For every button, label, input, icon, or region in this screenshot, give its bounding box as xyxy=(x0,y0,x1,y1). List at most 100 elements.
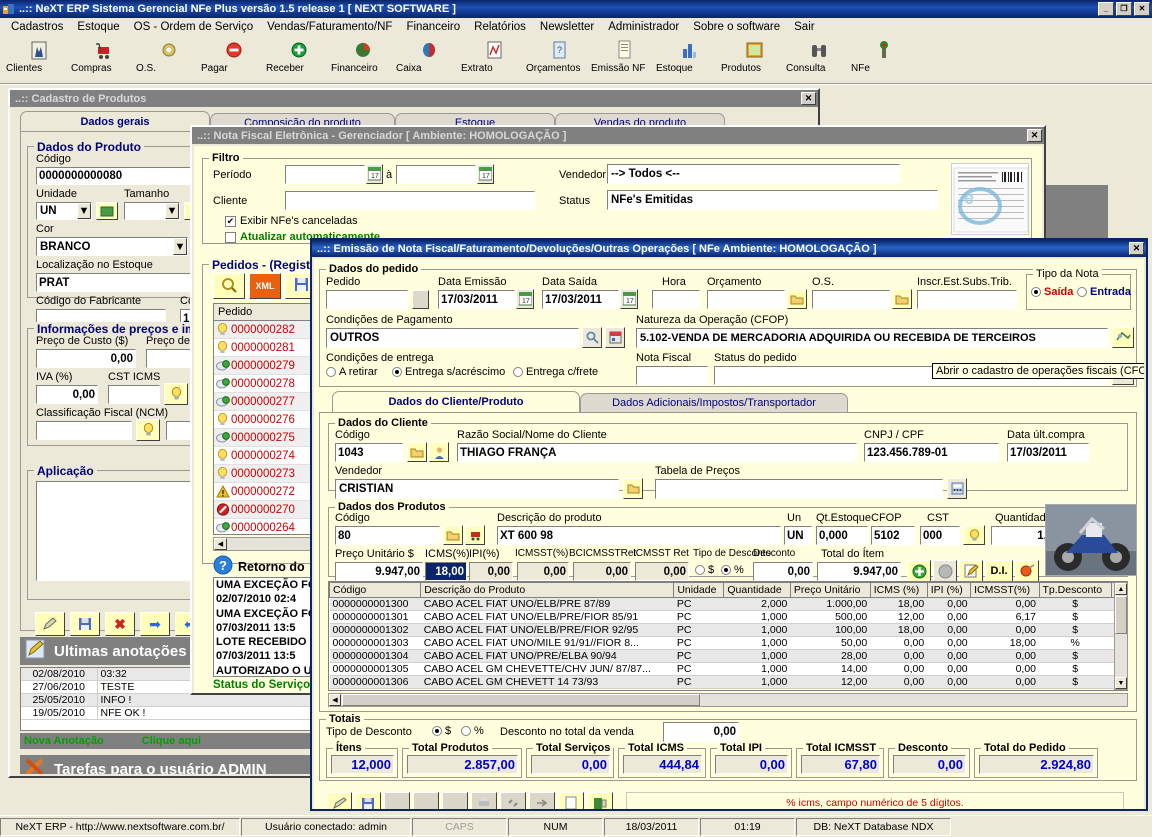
vendedor-combo[interactable]: CRISTIAN xyxy=(335,479,619,499)
grid-column-header[interactable]: ICMS (%) xyxy=(869,582,928,598)
tabela-precos-combo[interactable] xyxy=(655,479,943,499)
tab-dados-cliente-produto[interactable]: Dados do Cliente/Produto xyxy=(332,391,580,412)
table-row[interactable]: 0000000001301 CABO ACEL FIAT UNO/ELB/PRE/… xyxy=(329,610,1127,624)
vendedor-aux-icon[interactable] xyxy=(623,478,643,499)
edit-item-button[interactable] xyxy=(959,560,983,582)
toolbar-compras[interactable]: Compras xyxy=(71,36,136,74)
grid-hscroll-thumb[interactable] xyxy=(342,694,700,706)
grid-column-header[interactable]: ICMSST(%) xyxy=(970,582,1040,598)
toolbar-caixa[interactable]: Caixa xyxy=(396,36,461,74)
os-input[interactable] xyxy=(812,290,890,309)
cliente-input[interactable] xyxy=(285,191,535,210)
nota-fiscal-input[interactable] xyxy=(636,366,708,385)
grid-column-header[interactable]: Preço Unitário xyxy=(789,582,871,598)
anotacao-row[interactable]: 25/05/2010 INFO ! xyxy=(21,693,319,707)
prod-icms-input[interactable]: 18,00 xyxy=(425,562,467,581)
nfe-gerenciador-close[interactable]: ✕ xyxy=(1027,129,1042,142)
data-saida-calendar-icon[interactable]: 17 xyxy=(620,289,638,309)
preco-custo-input[interactable]: 0,00 xyxy=(36,349,136,368)
menu-sobre[interactable]: Sobre o software xyxy=(686,20,787,34)
bottom-btn3[interactable] xyxy=(384,792,410,809)
bottom-link-button[interactable] xyxy=(500,792,526,809)
toolbar-clientes[interactable]: Clientes xyxy=(6,36,71,74)
menu-administrador[interactable]: Administrador xyxy=(601,20,686,34)
produtos-grid[interactable]: Código Descrição do Produto Unidade Quantid… xyxy=(329,582,1127,689)
entrega-frete-radio[interactable]: Entrega c/frete xyxy=(513,366,598,378)
calculator-icon-button[interactable] xyxy=(947,478,967,499)
nova-anotacao-link[interactable]: Nova Anotação xyxy=(24,735,104,747)
tax-item-button[interactable] xyxy=(1015,560,1039,582)
cond-pagamento-aux1-button[interactable] xyxy=(582,327,602,348)
cor-combo[interactable]: BRANCO xyxy=(36,237,188,256)
menu-estoque[interactable]: Estoque xyxy=(70,20,126,34)
vendedor-filter-combo[interactable]: --> Todos <-- xyxy=(607,164,900,184)
bottom-save-button[interactable] xyxy=(355,792,381,809)
search-button[interactable] xyxy=(213,273,245,299)
periodo-de-input[interactable] xyxy=(285,165,365,184)
pedidos-hscroll-left[interactable]: ◀ xyxy=(214,538,227,550)
grid-scroll-thumb[interactable] xyxy=(1115,596,1127,634)
bottom-btn5[interactable] xyxy=(442,792,468,809)
grid-column-header[interactable]: Tp.Desconto xyxy=(1038,582,1112,598)
prod-cst-bulb-icon[interactable] xyxy=(963,525,985,545)
di-button[interactable]: D.I. xyxy=(985,560,1013,582)
os-folder-icon[interactable] xyxy=(892,289,912,309)
toolbar-orcamentos[interactable]: ? Orçamentos xyxy=(526,36,591,74)
bottom-arrow-button[interactable] xyxy=(529,792,555,809)
table-row[interactable]: 0000000001305 CABO ACEL GM CHEVETTE/CHV J… xyxy=(329,662,1127,676)
codigo-input[interactable]: 0000000000080 xyxy=(36,167,194,185)
ncm-bulb-icon[interactable] xyxy=(136,419,160,441)
prod-total-item-input[interactable]: 9.947,00 xyxy=(817,562,901,581)
close-button[interactable]: ✕ xyxy=(1134,2,1150,16)
cnpj-input[interactable]: 123.456.789-01 xyxy=(864,443,999,462)
prod-codigo-input[interactable]: 80 xyxy=(335,526,440,545)
grid-scroll-down[interactable]: ▼ xyxy=(1115,677,1127,689)
cond-pagamento-combo[interactable]: OUTROS xyxy=(326,328,579,348)
next-button[interactable]: ➡ xyxy=(140,612,170,636)
toolbar-receber[interactable]: Receber xyxy=(266,36,331,74)
table-row[interactable]: 0000000001300 CABO ACEL FIAT UNO/ELB/PRE … xyxy=(329,597,1127,611)
menu-financeiro[interactable]: Financeiro xyxy=(399,20,467,34)
menu-relatorios[interactable]: Relatórios xyxy=(467,20,533,34)
tamanho-dropdown-arrow[interactable]: ▼ xyxy=(165,203,179,219)
data-saida-input[interactable]: 17/03/2011 xyxy=(542,290,619,309)
grid-scroll-left[interactable]: ◀ xyxy=(329,694,341,706)
iest-input[interactable] xyxy=(917,290,1017,309)
xml-button[interactable]: XML xyxy=(249,273,281,299)
grid-column-header[interactable]: IPI (%) xyxy=(926,582,972,598)
toolbar-nfe[interactable]: NFe xyxy=(851,36,916,74)
cst-icms-input[interactable] xyxy=(108,385,160,404)
menu-os[interactable]: OS - Ordem de Serviço xyxy=(127,20,261,34)
prod-preco-input[interactable]: 9.947,00 xyxy=(335,562,423,581)
save-button[interactable] xyxy=(70,612,100,636)
toolbar-estoque[interactable]: Estoque xyxy=(656,36,721,74)
bottom-exit-button[interactable] xyxy=(587,792,613,809)
cliente-folder-icon[interactable] xyxy=(407,442,427,462)
table-row[interactable]: 0000000001306 CABO ACEL GM CHEVETT 14 73/… xyxy=(329,675,1127,689)
unidade-dropdown-arrow[interactable]: ▼ xyxy=(77,203,91,219)
tipo-saida-radio[interactable]: Saída xyxy=(1031,286,1073,298)
periodo-de-calendar-icon[interactable]: 17 xyxy=(366,164,383,184)
delete-item-button[interactable] xyxy=(933,560,957,582)
menu-newsletter[interactable]: Newsletter xyxy=(533,20,601,34)
tipo-entrada-radio[interactable]: Entrada xyxy=(1077,286,1131,298)
toolbar-emissaonf[interactable]: Emissão NF xyxy=(591,36,656,74)
pedido-aux-button[interactable] xyxy=(412,290,429,309)
cst-icms-bulb-icon[interactable] xyxy=(164,383,188,405)
prod-cart-icon[interactable] xyxy=(465,525,485,545)
table-row[interactable]: 0000000001304 CABO ACEL FIAT UNO/PRE/ELBA… xyxy=(329,649,1127,663)
cond-pagamento-aux2-button[interactable] xyxy=(605,327,625,348)
prod-ipi-input[interactable]: 0,00 xyxy=(469,562,513,581)
menu-sair[interactable]: Sair xyxy=(787,20,821,34)
exibir-canceladas-checkbox[interactable]: ✔ Exibir NFe's canceladas xyxy=(225,215,358,227)
table-row[interactable]: 0000000001302 CABO ACEL FIAT UNO/ELB/PRE/… xyxy=(329,623,1127,637)
delete-button[interactable]: ✖ xyxy=(105,612,135,636)
prod-folder-icon[interactable] xyxy=(443,525,463,545)
cor-dropdown-arrow[interactable]: ▼ xyxy=(173,238,187,255)
bottom-btn4[interactable] xyxy=(413,792,439,809)
iva-input[interactable]: 0,00 xyxy=(36,385,98,404)
edit-button[interactable] xyxy=(35,612,65,636)
hora-input[interactable] xyxy=(652,290,700,309)
pedido-input[interactable] xyxy=(326,290,408,309)
prod-desc-input[interactable]: XT 600 98 xyxy=(497,526,781,545)
